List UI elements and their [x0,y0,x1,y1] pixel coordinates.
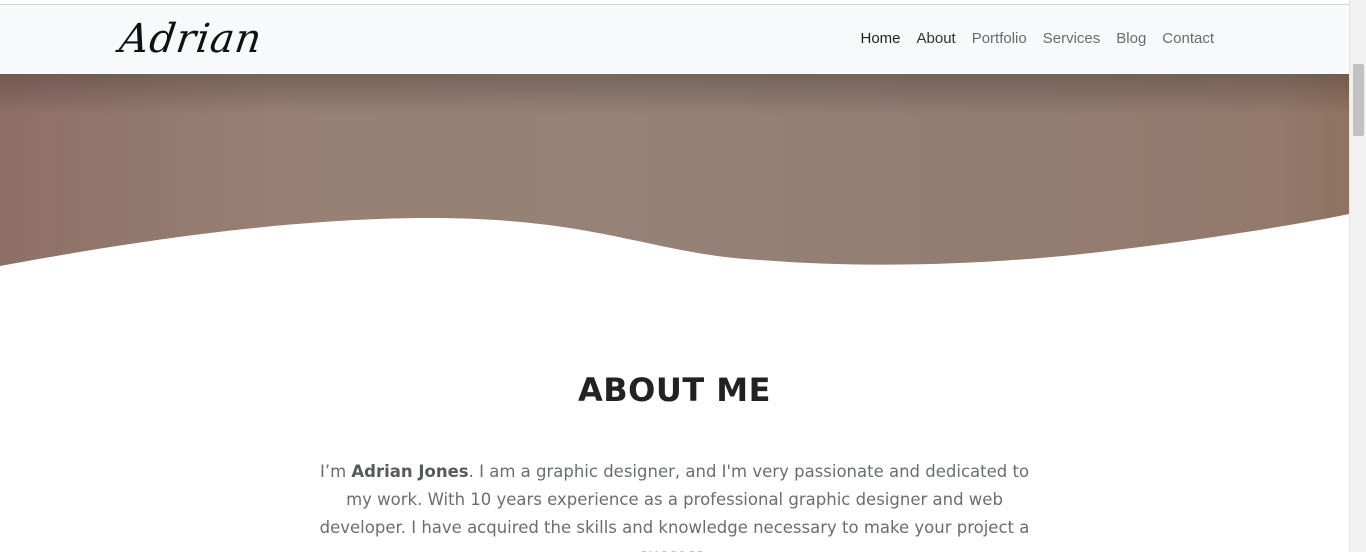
nav-item-services[interactable]: Services [1035,29,1109,49]
about-name: Adrian Jones [351,462,469,481]
site-logo[interactable]: Adrian [116,13,265,65]
about-title: ABOUT ME [577,371,771,409]
nav-item-contact[interactable]: Contact [1154,29,1222,49]
vertical-scrollbar[interactable] [1349,0,1366,552]
nav-item-home[interactable]: Home [852,29,908,49]
browser-top-edge [0,0,1349,5]
nav-menu: Home About Portfolio Services Blog Conta… [852,29,1222,49]
nav-item-portfolio[interactable]: Portfolio [964,29,1035,49]
about-intro-prefix: I’m [319,462,352,481]
scrollbar-thumb[interactable] [1353,64,1364,136]
nav-item-about[interactable]: About [909,29,964,49]
page: Adrian Home About Portfolio Services Blo… [0,0,1366,552]
about-paragraph: I’m Adrian Jones. I am a graphic designe… [315,458,1035,552]
nav-item-blog[interactable]: Blog [1108,29,1154,49]
navbar: Adrian Home About Portfolio Services Blo… [0,5,1349,74]
hero-wave-divider [0,214,1349,274]
about-section: ABOUT ME I’m Adrian Jones. I am a graphi… [0,370,1349,552]
hero-banner [0,74,1349,274]
